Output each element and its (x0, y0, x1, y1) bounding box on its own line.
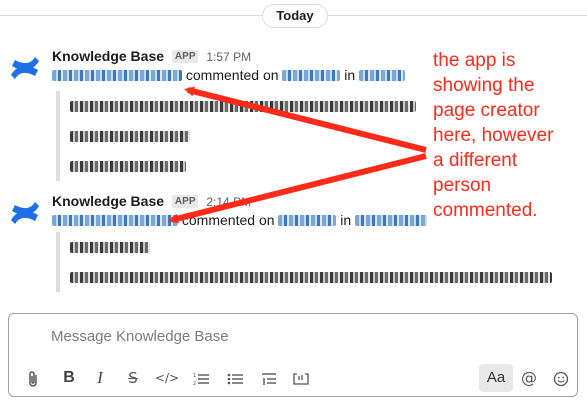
quote-line (70, 121, 416, 151)
confluence-logo-icon[interactable] (8, 51, 42, 85)
paperclip-icon[interactable] (19, 364, 47, 392)
action-verb: commented (181, 212, 256, 228)
user-link-redacted[interactable] (52, 70, 182, 81)
confluence-logo-icon[interactable] (8, 196, 42, 230)
bulleted-list-icon[interactable] (221, 364, 249, 392)
timestamp[interactable]: 1:57 PM (206, 50, 251, 64)
quote-line (70, 262, 552, 292)
formatting-toolbar: B I S </> 1 2 Aa @ (9, 360, 577, 396)
action-verb: commented (185, 67, 260, 83)
app-badge: APP (171, 50, 199, 63)
in-word: in (340, 212, 352, 228)
sender-name[interactable]: Knowledge Base (52, 193, 164, 209)
italic-button[interactable]: I (86, 364, 114, 392)
quote-line (70, 232, 552, 262)
svg-text:2: 2 (193, 381, 196, 386)
annotation-line: the app is (433, 50, 516, 71)
space-link-redacted[interactable] (359, 70, 406, 81)
redacted-text (70, 271, 552, 283)
sender-name[interactable]: Knowledge Base (52, 48, 164, 64)
message-header: Knowledge Base APP 1:57 PM (52, 47, 251, 66)
user-link-redacted[interactable] (52, 215, 178, 226)
strikethrough-button[interactable]: S (119, 364, 147, 392)
annotation-line: showing the (433, 75, 535, 96)
annotation-line: page creator (433, 100, 540, 121)
annotation-line: person (433, 175, 492, 196)
redacted-text (70, 160, 186, 172)
day-divider: Today (0, 0, 587, 30)
timestamp[interactable]: 2:14 PM (206, 195, 251, 209)
svg-text:1: 1 (193, 373, 196, 379)
ordered-list-icon[interactable]: 1 2 (187, 364, 215, 392)
space-link-redacted[interactable] (355, 215, 428, 226)
quote-line (70, 91, 416, 121)
page-link-redacted[interactable] (282, 70, 341, 81)
bold-button[interactable]: B (55, 364, 83, 392)
formatting-toggle-button[interactable]: Aa (479, 364, 513, 392)
comment-quote (56, 232, 552, 292)
page-link-redacted[interactable] (278, 215, 337, 226)
app-badge: APP (171, 195, 199, 208)
code-block-icon[interactable] (287, 364, 315, 392)
quote-line (70, 151, 416, 181)
mention-button[interactable]: @ (515, 364, 543, 392)
redacted-text (70, 100, 416, 112)
message-input[interactable] (49, 324, 533, 348)
annotation-line: a different (433, 150, 518, 171)
block-quote-icon[interactable] (255, 364, 283, 392)
redacted-text (70, 130, 190, 142)
annotation-line: commented. (433, 200, 538, 221)
redacted-text (70, 241, 150, 253)
on-word: on (258, 212, 275, 228)
annotation-line: here, however (433, 125, 554, 146)
code-button[interactable]: </> (153, 364, 181, 392)
message-action: commented on in (52, 66, 406, 84)
day-divider-label[interactable]: Today (262, 4, 328, 28)
emoji-icon[interactable] (547, 364, 575, 392)
message-composer: B I S </> 1 2 (8, 313, 578, 397)
comment-quote (56, 91, 416, 181)
on-word: on (262, 67, 279, 83)
message-header: Knowledge Base APP 2:14 PM (52, 192, 251, 211)
in-word: in (344, 67, 356, 83)
annotation-note: the app is showing the page creator here… (433, 48, 583, 223)
message-action: commented on in (52, 211, 428, 229)
